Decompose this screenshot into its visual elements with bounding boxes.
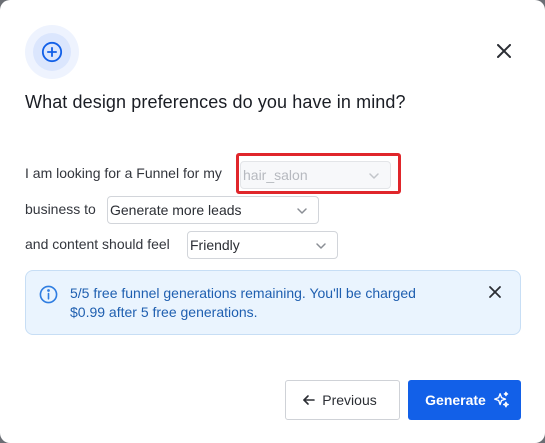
modal-title: What design preferences do you have in m… [25,92,406,112]
design-preferences-modal: What design preferences do you have in m… [0,0,545,443]
close-icon [497,44,511,58]
info-banner: 5/5 free funnel generations remaining. Y… [25,270,521,335]
close-icon[interactable] [488,285,502,299]
form-row-funnel-for: I am looking for a Funnel for my [25,165,222,181]
sparkle-icon [493,391,509,408]
content-tone-select[interactable]: Friendly [187,231,338,259]
business-goal-value: Generate more leads [110,202,242,218]
highlight-box [236,153,401,194]
content-feel-label: and content should feel [25,236,170,252]
content-tone-value: Friendly [190,237,240,253]
info-icon [39,285,58,304]
previous-button[interactable]: Previous [285,380,400,420]
previous-button-label: Previous [322,392,377,408]
generate-button[interactable]: Generate [408,380,521,420]
chevron-down-icon [316,243,326,249]
funnel-for-label: I am looking for a Funnel for my [25,165,222,181]
chevron-down-icon [297,208,307,214]
form-row-content-feel: and content should feel [25,236,170,252]
info-message: 5/5 free funnel generations remaining. Y… [70,285,416,320]
business-goal-select[interactable]: Generate more leads [107,196,319,224]
form-row-business-to: business to [25,201,96,217]
plus-circle-icon [41,41,63,63]
business-to-label: business to [25,201,96,217]
arrow-left-icon [303,395,316,405]
close-button[interactable] [491,38,517,64]
header-icon-badge [25,25,79,79]
generate-button-label: Generate [425,392,486,408]
